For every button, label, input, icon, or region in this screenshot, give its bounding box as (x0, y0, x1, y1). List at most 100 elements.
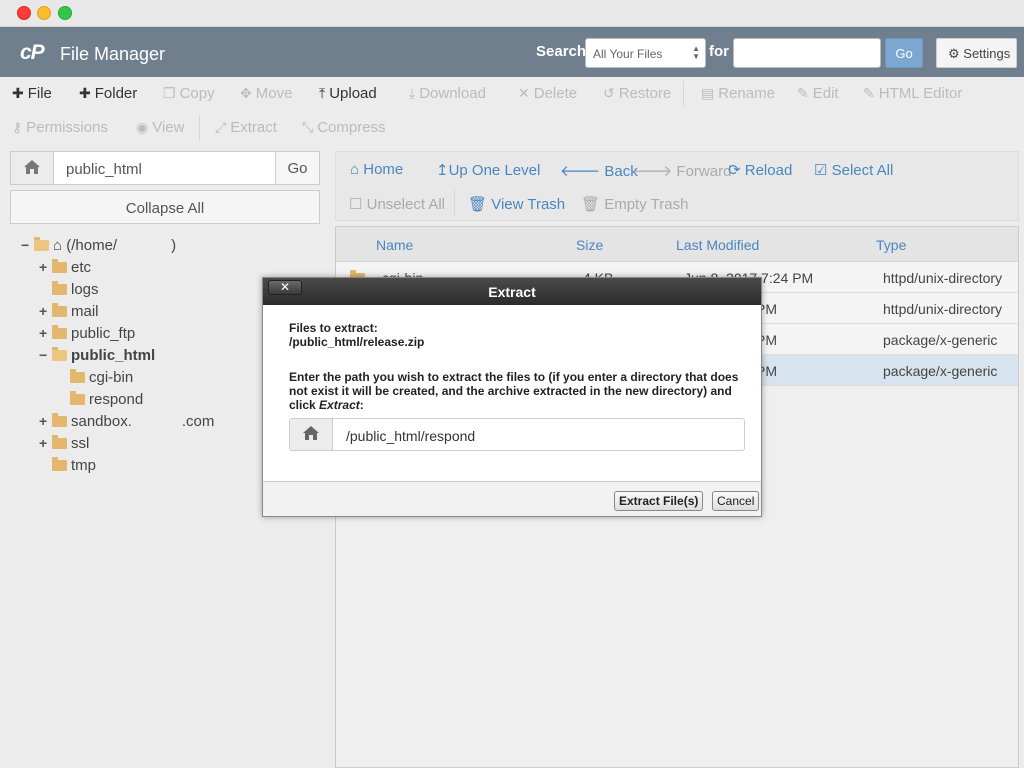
square-icon: ☐ (349, 196, 363, 213)
expand-toggle[interactable]: + (39, 325, 47, 341)
new-folder-button[interactable]: ✚ Folder (79, 85, 137, 102)
rename-button[interactable]: ▤ Rename (701, 85, 775, 102)
extract-dialog: Extract ✕ Files to extract: /public_html… (262, 277, 762, 517)
upload-button[interactable]: ⤒ Upload (319, 85, 377, 102)
move-icon: ✥ (240, 85, 252, 101)
window-maximize-button[interactable] (58, 6, 72, 20)
folder-open-icon (34, 237, 49, 251)
collapse-toggle[interactable]: − (39, 347, 47, 363)
edit-button[interactable]: ✎ Edit (797, 85, 839, 102)
nav-home-button[interactable]: ⌂ Home (350, 161, 403, 178)
new-file-button[interactable]: ✚ File (12, 85, 52, 102)
home-icon: ⌂ (350, 161, 360, 178)
cpanel-logo[interactable]: cP (20, 41, 45, 65)
folder-icon (52, 413, 67, 427)
forward-button[interactable]: 🡒 Forward (632, 161, 731, 180)
select-arrows-icon: ▲ ▼ (692, 44, 700, 61)
search-scope-select[interactable]: All Your Files ▲ ▼ (585, 38, 706, 68)
download-icon: ⤓ (409, 85, 416, 101)
tree-item-mail[interactable]: mail (52, 303, 99, 320)
html-editor-button[interactable]: ✎ HTML Editor (863, 85, 962, 102)
tree-item-cgi-bin[interactable]: cgi-bin (70, 369, 133, 386)
tree-item-etc[interactable]: etc (52, 259, 91, 276)
view-trash-button[interactable]: 🗑 View Trash (468, 195, 565, 213)
column-name[interactable]: Name (376, 237, 413, 253)
plus-icon: ✚ (79, 85, 91, 101)
search-input[interactable] (733, 38, 881, 68)
level-up-icon: ↥ (436, 162, 449, 179)
empty-trash-button[interactable]: 🗑 Empty Trash (581, 195, 688, 213)
delete-icon: ✕ (518, 85, 530, 101)
expand-icon: ⤢ (215, 119, 227, 135)
check-square-icon: ☑ (814, 162, 828, 179)
extract-button[interactable]: ⤢ Extract (215, 119, 277, 136)
toolbar-divider (199, 115, 200, 141)
folder-open-icon (52, 347, 67, 361)
restore-button[interactable]: ↺ Restore (603, 85, 671, 102)
tree-item-public-html[interactable]: public_html (52, 347, 155, 364)
file-list-header: Name Size Last Modified Type (336, 227, 1018, 262)
tree-item-home[interactable]: ⌂ (/home/) (34, 237, 176, 254)
window-titlebar (0, 0, 1024, 27)
compress-icon: ⤡ (302, 119, 314, 135)
column-size[interactable]: Size (576, 237, 603, 253)
gear-icon: ⚙ (948, 46, 960, 61)
window-close-button[interactable] (17, 6, 31, 20)
dialog-close-button[interactable]: ✕ (268, 280, 302, 295)
tree-item-public-ftp[interactable]: public_ftp (52, 325, 135, 342)
cancel-button[interactable]: Cancel (712, 491, 760, 511)
app-header: cP File Manager Search All Your Files ▲ ▼… (0, 27, 1024, 77)
settings-button[interactable]: ⚙ Settings (936, 38, 1017, 68)
permissions-button[interactable]: ⚷ Permissions (12, 119, 108, 136)
eye-icon: ◉ (136, 119, 149, 135)
unselect-all-button[interactable]: ☐ Unselect All (349, 195, 445, 213)
extract-instructions: Enter the path you wish to extract the f… (289, 370, 739, 412)
column-last-modified[interactable]: Last Modified (676, 237, 759, 253)
window-minimize-button[interactable] (37, 6, 51, 20)
arrow-right-icon: 🡒 (632, 163, 673, 180)
tree-item-sandbox[interactable]: sandbox. .com (52, 413, 214, 430)
home-icon (290, 419, 333, 450)
plus-icon: ✚ (12, 85, 24, 101)
folder-icon (52, 303, 67, 317)
files-to-extract-label: Files to extract: (289, 321, 378, 335)
search-go-button[interactable]: Go (885, 38, 923, 68)
move-button[interactable]: ✥ Move (240, 85, 292, 102)
refresh-icon: ⟳ (728, 162, 741, 179)
tree-item-respond[interactable]: respond (70, 391, 143, 408)
tree-item-ssl[interactable]: ssl (52, 435, 89, 452)
toolbar: ✚ File ✚ Folder ❐ Copy ✥ Move ⤒ Upload ⤓ Downl… (0, 77, 1024, 145)
toolbar-divider (683, 81, 684, 107)
extract-path-field[interactable]: /public_html/respond (289, 418, 745, 451)
dialog-footer: Extract File(s) Cancel (263, 481, 761, 516)
extract-path-input[interactable]: /public_html/respond (346, 428, 475, 444)
expand-toggle[interactable]: + (39, 303, 47, 319)
delete-button[interactable]: ✕ Delete (518, 85, 577, 102)
extract-files-button[interactable]: Extract File(s) (614, 491, 704, 511)
expand-toggle[interactable]: + (39, 413, 47, 429)
expand-toggle[interactable]: + (39, 435, 47, 451)
home-icon[interactable] (11, 152, 54, 184)
tree-item-tmp[interactable]: tmp (52, 457, 96, 474)
copy-button[interactable]: ❐ Copy (163, 85, 215, 102)
select-all-button[interactable]: ☑ Select All (814, 161, 893, 179)
column-type[interactable]: Type (876, 237, 906, 253)
path-input[interactable]: public_html (66, 161, 142, 178)
reload-button[interactable]: ⟳ Reload (728, 161, 792, 179)
folder-icon (52, 435, 67, 449)
compress-button[interactable]: ⤡ Compress (302, 119, 386, 136)
back-button[interactable]: 🡐 Back (560, 161, 638, 180)
download-button[interactable]: ⤓ Download (409, 85, 486, 102)
collapse-toggle[interactable]: − (21, 237, 29, 253)
path-go-button[interactable]: Go (275, 152, 319, 184)
up-one-level-button[interactable]: ↥Up One Level (436, 161, 540, 179)
folder-icon (52, 457, 67, 471)
view-button[interactable]: ◉ View (136, 119, 184, 136)
archive-path: /public_html/release.zip (289, 335, 425, 349)
folder-icon (70, 369, 85, 383)
collapse-all-button[interactable]: Collapse All (10, 190, 320, 224)
tree-item-logs[interactable]: logs (52, 281, 99, 298)
nav-divider (454, 190, 455, 216)
restore-icon: ↺ (603, 85, 615, 101)
expand-toggle[interactable]: + (39, 259, 47, 275)
